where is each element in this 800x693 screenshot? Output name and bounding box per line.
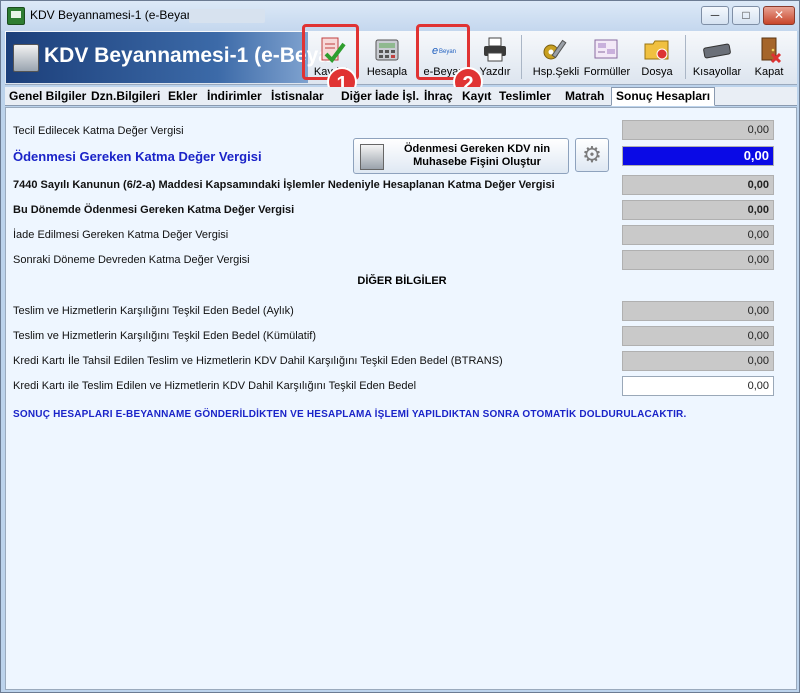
tools-icon [543,39,567,60]
deferred-vat-label: Tecil Edilecek Katma Değer Vergisi [13,125,184,137]
create-accounting-voucher-button[interactable]: Ödenmesi Gereken KDV nin Muhasebe Fişini… [353,138,569,174]
minimize-button[interactable]: ─ [701,6,729,25]
calculator-doc-icon [13,44,39,72]
settings-gear-button[interactable]: ⚙ [575,138,609,172]
monthly-consideration-label: Teslim ve Hizmetlerin Karşılığını Teşkil… [13,305,294,317]
credit-card-btrans-label: Kredi Kartı İle Tahsil Edilen Teslim ve … [13,355,503,367]
calculation-method-button[interactable]: Hsp.Şekli [528,33,584,83]
tab-result-calculations[interactable]: Sonuç Hesapları [611,87,716,106]
period-payable-vat-label: Bu Dönemde Ödenmesi Gereken Katma Değer … [13,204,295,216]
shortcuts-button[interactable]: Kısayollar [691,33,743,83]
credit-card-btrans-field[interactable]: 0,00 [622,351,774,371]
brand-banner: KDV Beyannamesi-1 (e-Beya [6,32,330,83]
tab-exemptions[interactable]: İstisnalar [271,89,324,103]
tab-general-info[interactable]: Genel Bilgiler [9,89,86,103]
payable-vat-label: Ödenmesi Gereken Katma Değer Vergisi [13,149,262,164]
folder-icon [644,40,669,60]
calculate-label: Hesapla [366,66,408,78]
shortcuts-label: Kısayollar [692,66,742,78]
calculation-method-label: Hsp.Şekli [532,66,580,78]
law-7440-vat-label: 7440 Sayılı Kanunun (6/2-a) Maddesi Kaps… [13,179,555,191]
auto-fill-note: SONUÇ HESAPLARI E-BEYANNAME GÖNDERİLDİKT… [13,409,687,420]
brand-title: KDV Beyannamesi-1 (e-Beya [44,44,330,67]
formulas-icon [594,39,618,59]
tab-export[interactable]: İhraç [424,89,453,103]
toolbar: KDV Beyannamesi-1 (e-Beya Kaydet Hesapla [5,24,797,97]
gear-icon: ⚙ [582,142,602,167]
cumulative-consideration-label: Teslim ve Hizmetlerin Karşılığını Teşkil… [13,330,317,342]
formulas-label: Formüller [583,66,631,78]
exit-button[interactable]: Kapat [747,33,791,83]
payable-vat-field[interactable]: 0,00 [622,146,774,166]
calculator-icon [375,39,399,61]
app-icon [7,7,25,25]
carried-forward-vat-label: Sonraki Döneme Devreden Katma Değer Verg… [13,254,250,266]
maximize-button[interactable]: □ [732,6,760,25]
calculate-button[interactable]: Hesapla [363,33,411,83]
tab-deductions[interactable]: İndirimler [207,89,262,103]
exit-door-icon [761,37,782,64]
monthly-consideration-field[interactable]: 0,00 [622,301,774,321]
toolbar-separator [685,35,686,79]
cumulative-consideration-field[interactable]: 0,00 [622,326,774,346]
credit-card-delivery-label: Kredi Kartı ile Teslim Edilen ve Hizmetl… [13,380,417,392]
exit-label: Kapat [754,66,784,78]
app-window: KDV Beyannamesi-1 (e-Beyan) ─ □ ✕ KDV Be… [0,0,800,693]
deferred-vat-field[interactable]: 0,00 [622,120,774,140]
blurred-title-extra [189,9,265,23]
file-button[interactable]: Dosya [635,33,679,83]
carried-forward-vat-field[interactable]: 0,00 [622,250,774,270]
keyboard-icon [703,43,731,59]
tab-deliveries[interactable]: Teslimler [499,89,551,103]
create-voucher-label: Ödenmesi Gereken KDV nin Muhasebe Fişini… [403,143,551,168]
tab-other-refund[interactable]: Diğer İade İşl. [341,89,419,103]
close-window-button[interactable]: ✕ [763,6,795,25]
window-title: KDV Beyannamesi-1 (e-Beyan) [30,8,198,22]
results-panel: Tecil Edilecek Katma Değer Vergisi 0,00 … [5,107,797,690]
tab-correction-info[interactable]: Dzn.Bilgileri [91,89,160,103]
printer-icon [484,37,506,62]
credit-card-delivery-input[interactable]: 0,00 [622,376,774,396]
tab-registered[interactable]: Kayıt [462,89,491,103]
law-7440-vat-field[interactable]: 0,00 [622,175,774,195]
refundable-vat-label: İade Edilmesi Gereken Katma Değer Vergis… [13,229,229,241]
formulas-button[interactable]: Formüller [582,33,632,83]
other-info-heading: DİĞER BİLGİLER [357,275,447,287]
file-label: Dosya [641,66,673,78]
toolbar-separator [521,35,522,79]
tab-strip: Genel Bilgiler Dzn.Bilgileri Ekler İndir… [5,87,797,106]
document-disk-icon [360,144,384,170]
title-bar[interactable]: KDV Beyannamesi-1 (e-Beyan) ─ □ ✕ [1,1,799,31]
tab-attachments[interactable]: Ekler [168,89,197,103]
refundable-vat-field[interactable]: 0,00 [622,225,774,245]
tab-tax-base[interactable]: Matrah [565,89,604,103]
period-payable-vat-field[interactable]: 0,00 [622,200,774,220]
